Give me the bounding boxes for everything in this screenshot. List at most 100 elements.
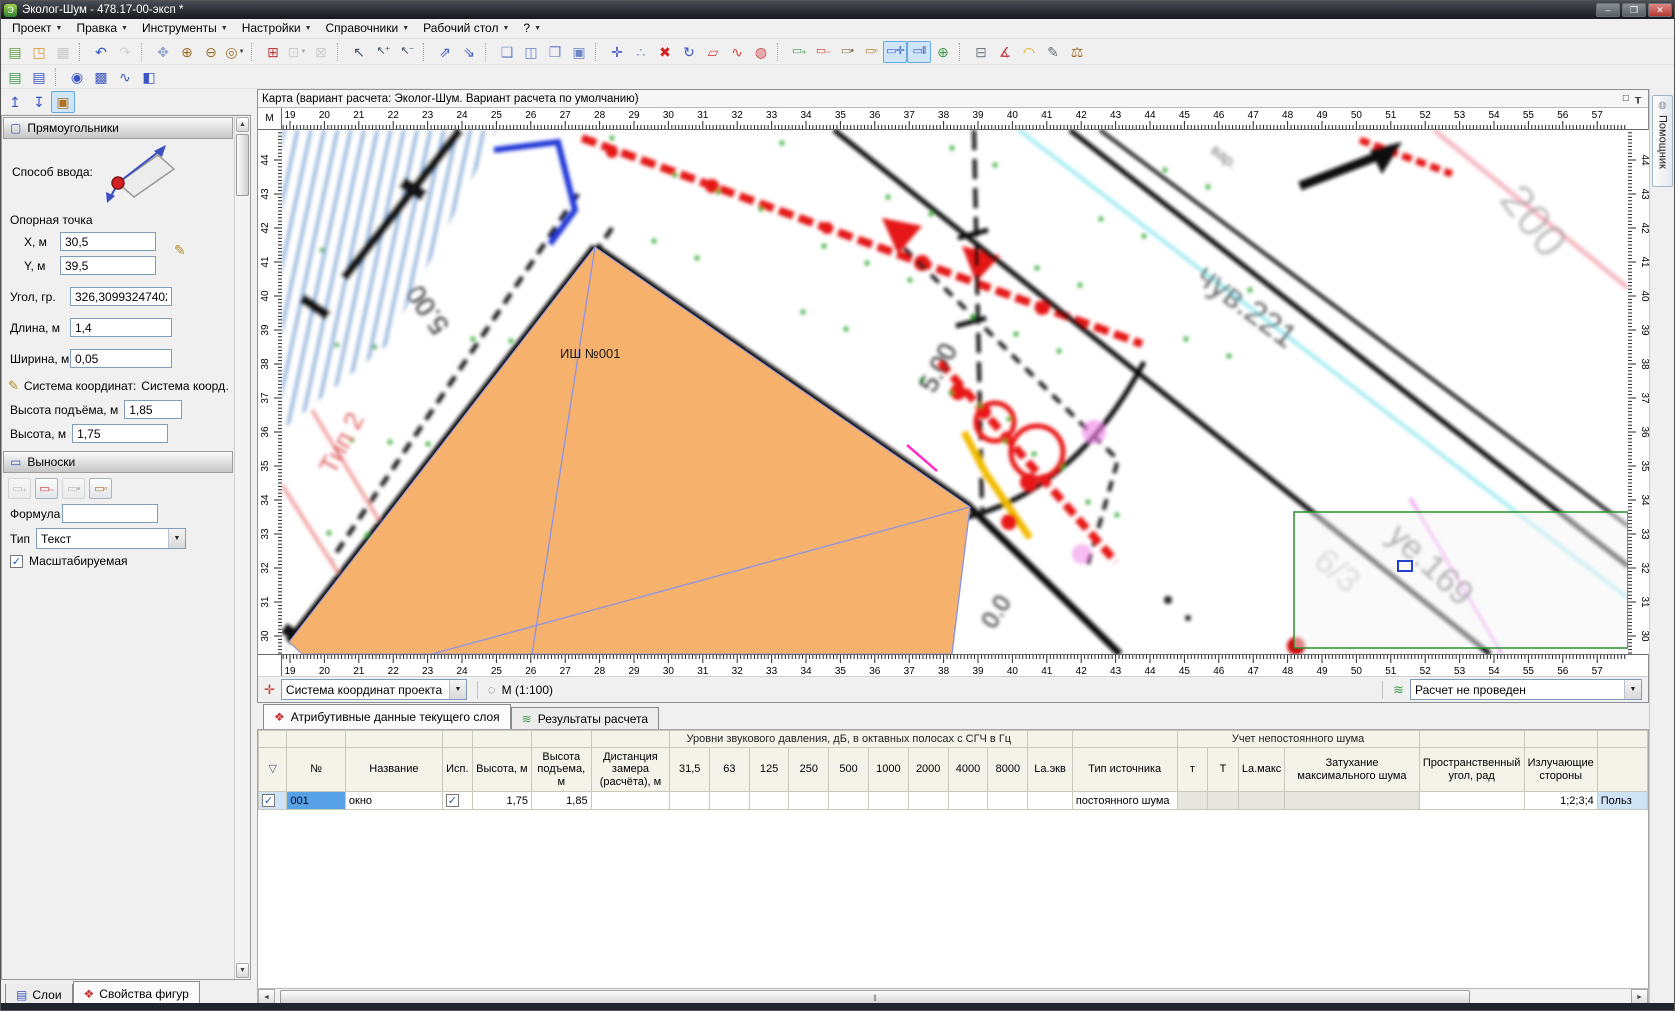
minimize-button[interactable]: – [1596, 3, 1620, 17]
area-source-icon[interactable]: ▩ [89, 66, 113, 88]
cell-t-small[interactable] [1177, 792, 1208, 810]
column-header[interactable]: 125 [749, 748, 789, 792]
callout-style-icon[interactable]: ▭◦ [859, 41, 883, 63]
x-input[interactable] [60, 232, 156, 251]
sidebar-scrollbar-thumb[interactable] [236, 134, 249, 196]
cell-used[interactable] [442, 792, 472, 810]
column-header[interactable]: Исп. [442, 748, 472, 792]
cell-band[interactable] [988, 792, 1028, 810]
cell-band[interactable] [868, 792, 908, 810]
edit-coordinate-system-icon[interactable]: ✎ [8, 378, 19, 394]
tab-attributes[interactable]: ❖Атрибутивные данные текущего слоя [263, 704, 511, 729]
report-icon[interactable]: ✎ [1041, 41, 1065, 63]
new-project-icon[interactable]: ▤ [3, 41, 27, 63]
undo-icon[interactable]: ↶ [89, 41, 113, 63]
cell-distance[interactable] [591, 792, 670, 810]
column-header[interactable]: 31,5 [670, 748, 710, 792]
cursor-copy-icon[interactable]: ⇗ [433, 41, 457, 63]
close-button[interactable]: ✕ [1648, 3, 1672, 17]
paste-contour-icon[interactable]: ◫ [519, 41, 543, 63]
menu-item-справочники[interactable]: Справочники▼ [319, 19, 417, 38]
column-header[interactable]: Тип источника [1072, 748, 1177, 792]
height-input[interactable] [72, 424, 168, 443]
cell-number[interactable]: 001 [287, 792, 346, 810]
tab-results[interactable]: ≋Результаты расчета [511, 707, 659, 729]
column-header[interactable]: Lа.экв [1028, 748, 1073, 792]
cursor-move-icon[interactable]: ⇘ [457, 41, 481, 63]
rotate-shape-icon[interactable]: ↻ [677, 41, 701, 63]
width-input[interactable] [70, 349, 172, 368]
column-header[interactable]: Высота, м [472, 748, 531, 792]
layers-icon[interactable]: ▤ [27, 66, 51, 88]
copy-shape-icon[interactable]: ❏ [495, 41, 519, 63]
scroll-down-icon[interactable]: ▼ [236, 963, 249, 978]
lift-height-input[interactable] [124, 400, 182, 419]
cursor-add-icon[interactable]: ↖⁺ [371, 41, 395, 63]
menu-item--[interactable]: ?▼ [516, 19, 548, 38]
column-header[interactable]: 8000 [988, 748, 1028, 792]
cell-band[interactable] [710, 792, 750, 810]
column-header[interactable]: 4000 [948, 748, 988, 792]
pan-mode-icon[interactable]: ✥ [151, 41, 175, 63]
scales-icon[interactable]: ⚖ [1065, 41, 1089, 63]
scalable-checkbox[interactable] [10, 555, 23, 568]
column-header[interactable]: Lа.макс [1238, 748, 1284, 792]
column-header[interactable]: т [1177, 748, 1208, 792]
cell-band[interactable] [789, 792, 829, 810]
column-header[interactable]: 250 [789, 748, 829, 792]
duplicate-shape-icon[interactable]: ▣ [567, 41, 591, 63]
menu-item-проект[interactable]: Проект▼ [5, 19, 69, 38]
paste-shape-icon[interactable]: ❐ [543, 41, 567, 63]
pick-point-icon[interactable]: ✎ [174, 242, 186, 259]
rosette-tool-icon[interactable]: ◍ [749, 41, 773, 63]
column-header[interactable]: Т [1208, 748, 1239, 792]
zoom-extent-icon[interactable]: ◎▼ [223, 41, 247, 63]
column-header[interactable]: Затухание максимального шума [1285, 748, 1419, 792]
column-header[interactable]: Пространственный угол, рад [1419, 748, 1524, 792]
menu-item-правка[interactable]: Правка▼ [69, 19, 134, 38]
menu-item-рабочий-стол[interactable]: Рабочий стол▼ [416, 19, 516, 38]
cell-band[interactable] [670, 792, 710, 810]
cell-extra[interactable]: Польз [1597, 792, 1647, 810]
expertise-icon[interactable]: ◠ [1017, 41, 1041, 63]
panel-up-icon[interactable]: ↥ [3, 91, 27, 113]
callout-move-icon[interactable]: ▭✛ [883, 41, 907, 63]
map-pin-icon[interactable]: ┰ [1635, 94, 1641, 104]
cell-source-type[interactable]: постоянного шума [1072, 792, 1177, 810]
cell-name[interactable]: окно [345, 792, 442, 810]
column-header[interactable]: Название [345, 748, 442, 792]
zoom-selection-icon[interactable]: ⊕ [931, 41, 955, 63]
column-header-select[interactable]: ▽ [259, 748, 287, 792]
panel-down-icon[interactable]: ↧ [27, 91, 51, 113]
column-header[interactable]: 2000 [908, 748, 948, 792]
cell-attenuation[interactable] [1285, 792, 1419, 810]
cursor-icon[interactable]: ↖ [347, 41, 371, 63]
cell-t-big[interactable] [1208, 792, 1239, 810]
assistant-tab[interactable]: ◍ Помощник [1652, 95, 1673, 187]
row-checkbox[interactable] [262, 794, 275, 807]
map-canvas[interactable]: 5.00 Тип 2 5.00 0.0 чув.221 вар. 200 6/3… [282, 130, 1628, 654]
column-header[interactable]: 63 [710, 748, 750, 792]
add-layer-icon[interactable]: ▤ [3, 66, 27, 88]
y-input[interactable] [60, 256, 156, 275]
cursor-remove-icon[interactable]: ↖⁻ [395, 41, 419, 63]
volume-source-icon[interactable]: ◧ [137, 66, 161, 88]
cell-lamax[interactable] [1238, 792, 1284, 810]
callout-style-icon[interactable]: ▭◦ [89, 478, 112, 499]
cell-band[interactable] [749, 792, 789, 810]
formula-input[interactable] [62, 504, 158, 523]
callout-scale-icon[interactable]: ▭‖ [907, 41, 931, 63]
type-select[interactable]: Текст ▼ [36, 528, 186, 549]
callout-remove-icon[interactable]: ▭₋ [811, 41, 835, 63]
point-source-icon[interactable]: ◉ [65, 66, 89, 88]
print-icon[interactable]: ⊟ [969, 41, 993, 63]
polygon-tool-icon[interactable]: ▱ [701, 41, 725, 63]
column-header[interactable]: Высота подъема, м [531, 748, 591, 792]
cell-band[interactable] [948, 792, 988, 810]
cell-angle[interactable] [1419, 792, 1524, 810]
line-source-icon[interactable]: ∿ [113, 66, 137, 88]
callout-add-icon[interactable]: ▭₊ [787, 41, 811, 63]
menu-item-инструменты[interactable]: Инструменты▼ [135, 19, 235, 38]
sidebar-scrollbar[interactable]: ▲ ▼ [234, 116, 250, 979]
calculation-status-select[interactable]: Расчет не проведен ▼ [1410, 679, 1642, 700]
